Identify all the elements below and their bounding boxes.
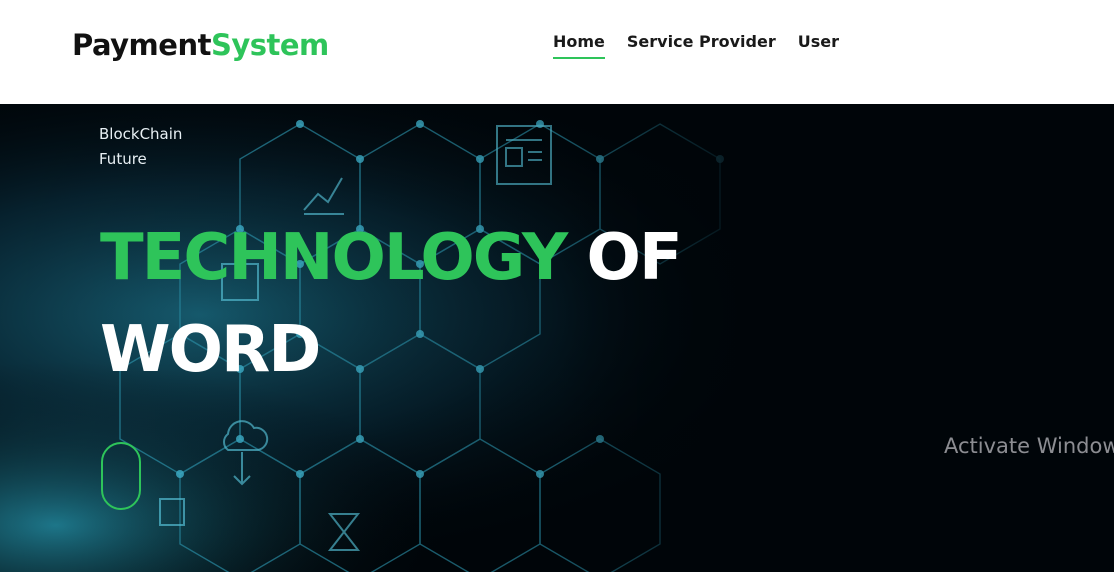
nav-user[interactable]: User [798,32,839,59]
hero-headline: TECHNOLOGY OF WORD [100,212,683,396]
main-nav: Home Service Provider User [553,32,839,59]
top-navbar: PaymentSystem Home Service Provider User [0,0,1114,104]
headline-word: WORD [100,313,321,387]
activate-windows-watermark: Activate Windows [944,434,1114,458]
hero-banner: BlockChain Future TECHNOLOGY OF WORD [0,104,1114,572]
nav-service-provider[interactable]: Service Provider [627,32,776,59]
hero-tagline: BlockChain Future [99,122,182,172]
scroll-down-mouse-icon[interactable] [101,442,141,510]
brand-name-main: Payment [72,28,211,62]
tagline-line-blockchain: BlockChain [99,125,183,143]
headline-of: OF [586,221,683,295]
brand-name-accent: System [210,28,329,62]
nav-home[interactable]: Home [553,32,605,59]
headline-technology: TECHNOLOGY [100,221,568,295]
brand-logo[interactable]: PaymentSystem [72,28,329,62]
tagline-line-future: Future [99,150,147,168]
